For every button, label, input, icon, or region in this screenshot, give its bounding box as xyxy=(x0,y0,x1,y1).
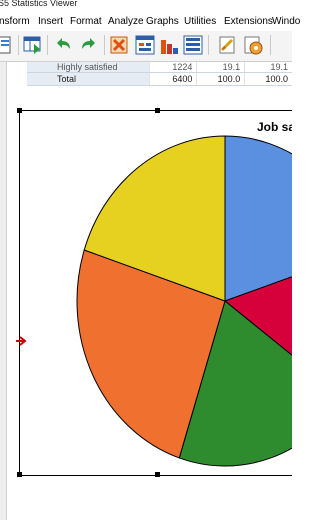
output-pane: Highly satisfied 1224 19.1 19.1 Total 64… xyxy=(7,62,292,520)
chart-frame[interactable]: Job satis xyxy=(16,108,292,477)
edit-icon[interactable] xyxy=(216,34,238,56)
toolbar-separator xyxy=(18,35,19,55)
toolbar xyxy=(0,31,292,62)
redo-icon[interactable] xyxy=(78,34,100,56)
document-icon[interactable] xyxy=(0,34,16,56)
menu-bar: nsform Insert Format Analyze Graphs Util… xyxy=(0,12,300,32)
menu-extensions[interactable]: Extensions xyxy=(224,16,273,27)
goto-data-icon[interactable] xyxy=(22,34,44,56)
toolbar-separator xyxy=(208,35,209,55)
table-row: Total 6400 100.0 100.0 xyxy=(27,72,292,86)
outline-pane[interactable] xyxy=(0,62,7,520)
toolbar-separator xyxy=(47,35,48,55)
menu-analyze[interactable]: Analyze xyxy=(108,16,144,27)
row-label: Highly satisfied xyxy=(27,62,150,73)
goto-case-icon[interactable] xyxy=(108,34,130,56)
percent-cell: 100.0 xyxy=(196,72,245,86)
menu-format[interactable]: Format xyxy=(70,16,102,27)
toolbar-separator xyxy=(270,35,271,55)
menu-utilities[interactable]: Utilities xyxy=(184,16,216,27)
toolbar-separator xyxy=(104,35,105,55)
pie-slice[interactable] xyxy=(224,135,292,302)
title-bar: S5 Statistics Viewer xyxy=(0,0,292,12)
window-title: S5 Statistics Viewer xyxy=(0,0,78,8)
undo-icon[interactable] xyxy=(52,34,74,56)
table-row: Highly satisfied 1224 19.1 19.1 xyxy=(27,62,292,73)
menu-insert[interactable]: Insert xyxy=(38,16,63,27)
frequency-table: Highly satisfied 1224 19.1 19.1 Total 64… xyxy=(27,62,292,86)
menu-graphs[interactable]: Graphs xyxy=(146,16,179,27)
menu-window[interactable]: Windo xyxy=(272,16,300,27)
valid-percent-cell: 100.0 xyxy=(244,72,292,86)
pie-chart xyxy=(76,135,292,467)
frequency-cell: 6400 xyxy=(149,72,197,86)
percent-cell: 19.1 xyxy=(196,62,245,73)
insert-cases-icon[interactable] xyxy=(158,34,180,56)
script-icon[interactable] xyxy=(242,34,264,56)
menu-transform[interactable]: nsform xyxy=(0,16,30,27)
frequency-cell: 1224 xyxy=(149,62,197,73)
valid-percent-cell: 19.1 xyxy=(244,62,292,73)
row-label: Total xyxy=(27,72,150,86)
chart-builder-icon[interactable] xyxy=(182,34,204,56)
variables-icon[interactable] xyxy=(134,34,156,56)
